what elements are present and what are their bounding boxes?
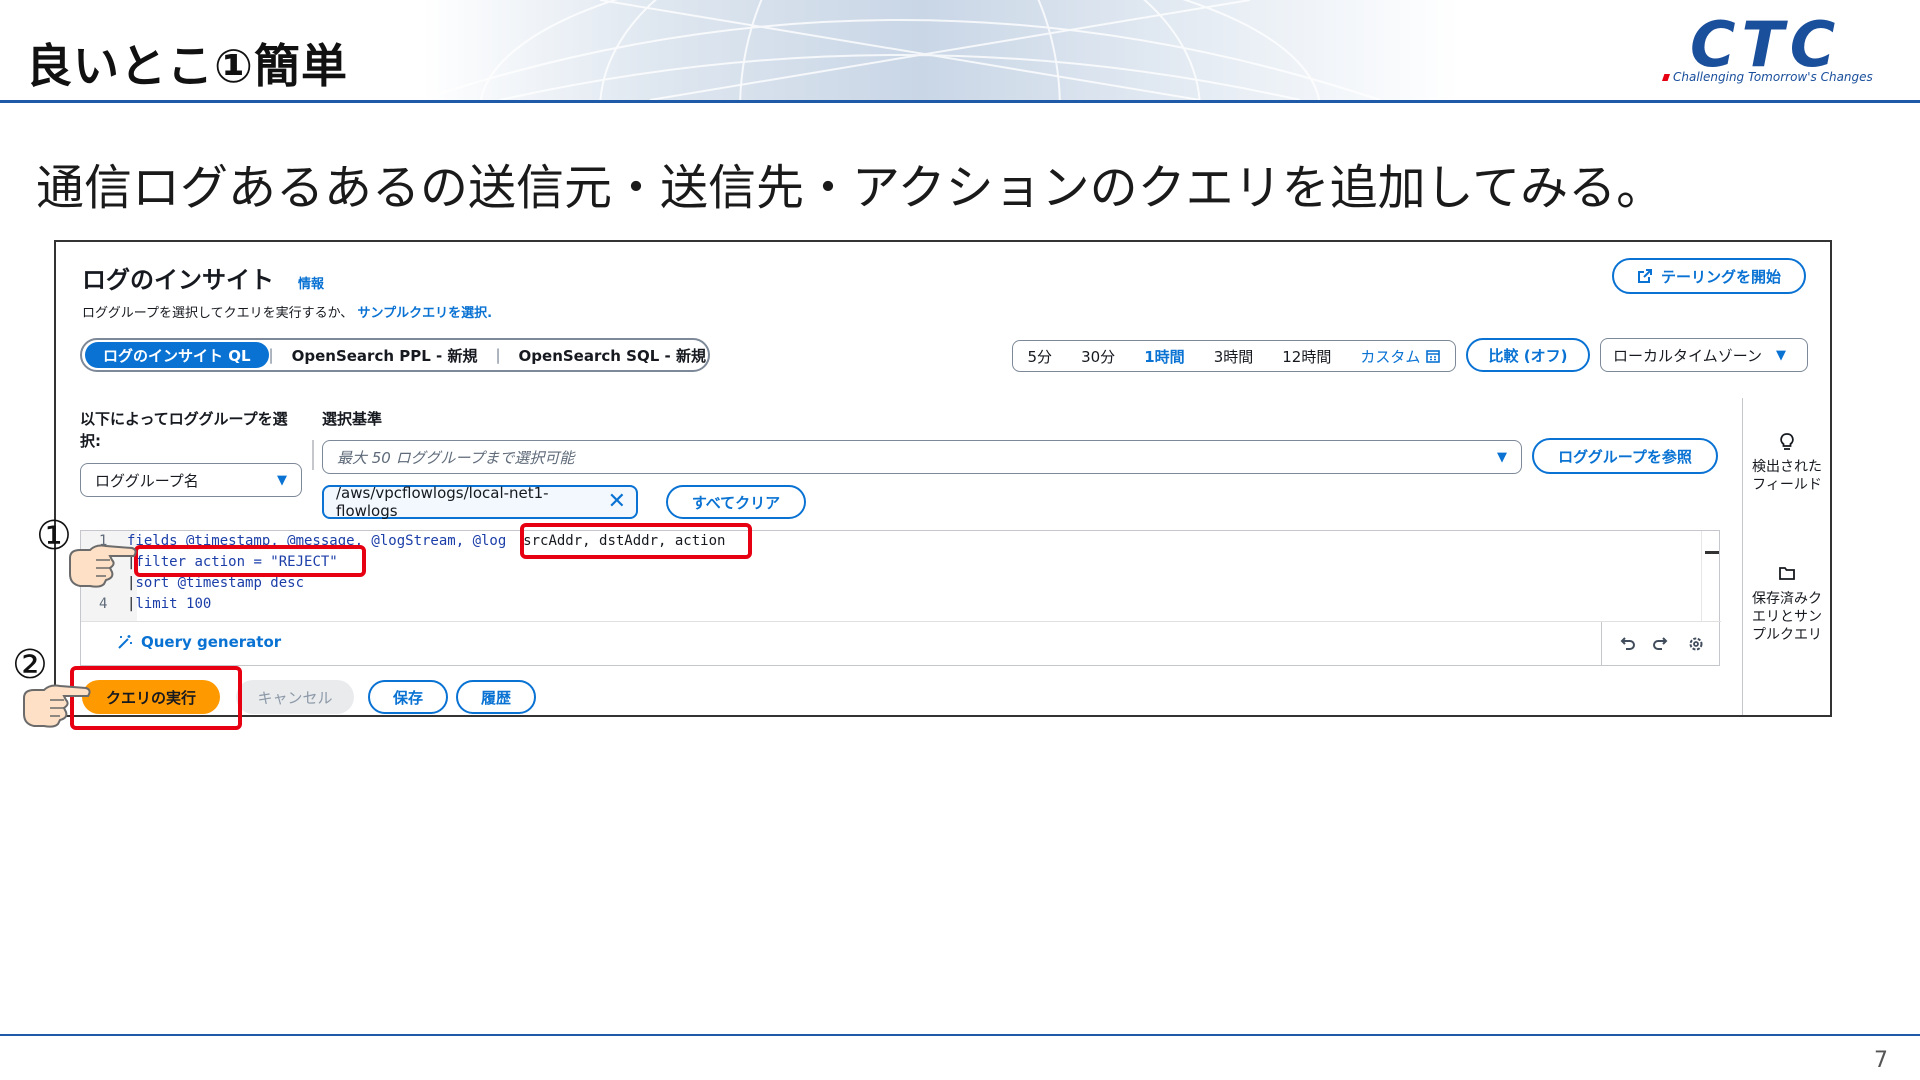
selected-log-group-token: /aws/vpcflowlogs/local-net1-flowlogs ✕ — [322, 484, 638, 520]
side-rail: 検出されたフィールド 保存済みクエリとサンプルクエリ — [1742, 398, 1830, 715]
step-2-marker: ② — [12, 642, 48, 688]
range-30m[interactable]: 30分 — [1081, 346, 1115, 367]
rail-discovered-fields[interactable]: 検出されたフィールド — [1743, 432, 1830, 494]
rail-label: 検出されたフィールド — [1752, 459, 1822, 493]
footer-rule — [0, 1034, 1920, 1036]
rail-label: 保存済みクエリとサンプルクエリ — [1752, 591, 1822, 643]
remove-token-icon[interactable]: ✕ — [608, 491, 626, 513]
editor-divider — [81, 621, 1721, 622]
logs-insights-screenshot: ログのインサイト 情報 ロググループを選択してクエリを実行するか、 サンプルクエ… — [54, 240, 1832, 717]
external-link-icon — [1637, 269, 1652, 283]
logo-flag-icon — [1662, 74, 1670, 81]
slide-header: 良いとこ①簡単 CTC Challenging Tomorrow's Chang… — [0, 0, 1920, 100]
timezone-select[interactable]: ローカルタイムゾーン ▼ — [1600, 338, 1808, 372]
select-by-dropdown[interactable]: ロググループ名 ▼ — [80, 463, 302, 497]
highlight-filter-line — [134, 545, 366, 577]
panel-title: ログのインサイト — [82, 266, 274, 294]
save-button[interactable]: 保存 — [368, 680, 448, 714]
criteria-label: 選択基準 — [322, 410, 383, 428]
logo-tagline: Challenging Tomorrow's Changes — [1662, 70, 1873, 84]
settings-icon[interactable] — [1687, 635, 1705, 653]
start-tailing-button[interactable]: テーリングを開始 — [1612, 258, 1806, 294]
time-range-selector: 5分 30分 1時間 3時間 12時間 カスタム — [1012, 340, 1456, 372]
tab-opensearch-sql[interactable]: OpenSearch SQL - 新規 — [501, 342, 724, 368]
info-link[interactable]: 情報 — [298, 273, 324, 292]
scrollbar-thumb[interactable] — [1705, 551, 1719, 554]
log-group-search-input[interactable]: 最大 50 ロググループまで選択可能 ▼ — [322, 440, 1522, 474]
pointing-hand-icon — [69, 544, 137, 588]
sample-query-link[interactable]: サンプルクエリを選択. — [357, 306, 492, 321]
redo-icon[interactable] — [1652, 635, 1670, 653]
caret-down-icon: ▼ — [1775, 347, 1786, 363]
code-line-4: 4 |limit 100 — [99, 596, 212, 612]
range-12h[interactable]: 12時間 — [1282, 346, 1331, 367]
lightbulb-icon — [1780, 433, 1794, 450]
calendar-icon — [1426, 350, 1441, 363]
editor-scrollbar[interactable] — [1701, 531, 1721, 621]
header-rule — [0, 100, 1920, 103]
highlight-run-button — [70, 666, 242, 730]
select-by-label: 以下によってロググループを選択: — [80, 410, 288, 450]
history-button[interactable]: 履歴 — [456, 680, 536, 714]
caret-down-icon: ▼ — [1497, 449, 1507, 465]
slide-subtitle: 通信ログあるあるの送信元・送信先・アクションのクエリを追加してみる。 — [36, 160, 1665, 216]
range-3h[interactable]: 3時間 — [1214, 346, 1254, 367]
ctc-logo: CTC Challenging Tomorrow's Changes — [1662, 8, 1898, 86]
field-divider — [312, 440, 314, 470]
compare-button[interactable]: 比較 (オフ) — [1466, 338, 1590, 372]
panel-description: ロググループを選択してクエリを実行するか、 サンプルクエリを選択. — [82, 306, 493, 321]
query-language-segmented: ログのインサイト QL | OpenSearch PPL - 新規 | Open… — [80, 338, 710, 372]
magic-wand-icon — [118, 635, 132, 649]
rail-saved-queries[interactable]: 保存済みクエリとサンプルクエリ — [1743, 564, 1830, 644]
cancel-button: キャンセル — [236, 680, 354, 714]
editor-tools — [1601, 622, 1721, 666]
folder-icon — [1779, 567, 1795, 580]
range-custom[interactable]: カスタム — [1360, 346, 1441, 367]
caret-down-icon: ▼ — [277, 472, 287, 488]
page-number: 7 — [1874, 1048, 1888, 1073]
pointing-hand-icon — [23, 684, 91, 728]
highlight-added-fields — [520, 523, 752, 559]
slide-title: 良いとこ①簡単 — [26, 39, 348, 93]
clear-all-button[interactable]: すべてクリア — [666, 485, 806, 519]
undo-icon[interactable] — [1618, 635, 1636, 653]
tab-opensearch-ppl[interactable]: OpenSearch PPL - 新規 — [274, 342, 496, 368]
tab-insights-ql[interactable]: ログのインサイト QL — [85, 342, 269, 368]
browse-log-groups-button[interactable]: ロググループを参照 — [1532, 438, 1718, 474]
range-5m[interactable]: 5分 — [1028, 346, 1053, 367]
query-generator-button[interactable]: Query generator — [117, 633, 281, 651]
range-1h[interactable]: 1時間 — [1144, 346, 1184, 367]
